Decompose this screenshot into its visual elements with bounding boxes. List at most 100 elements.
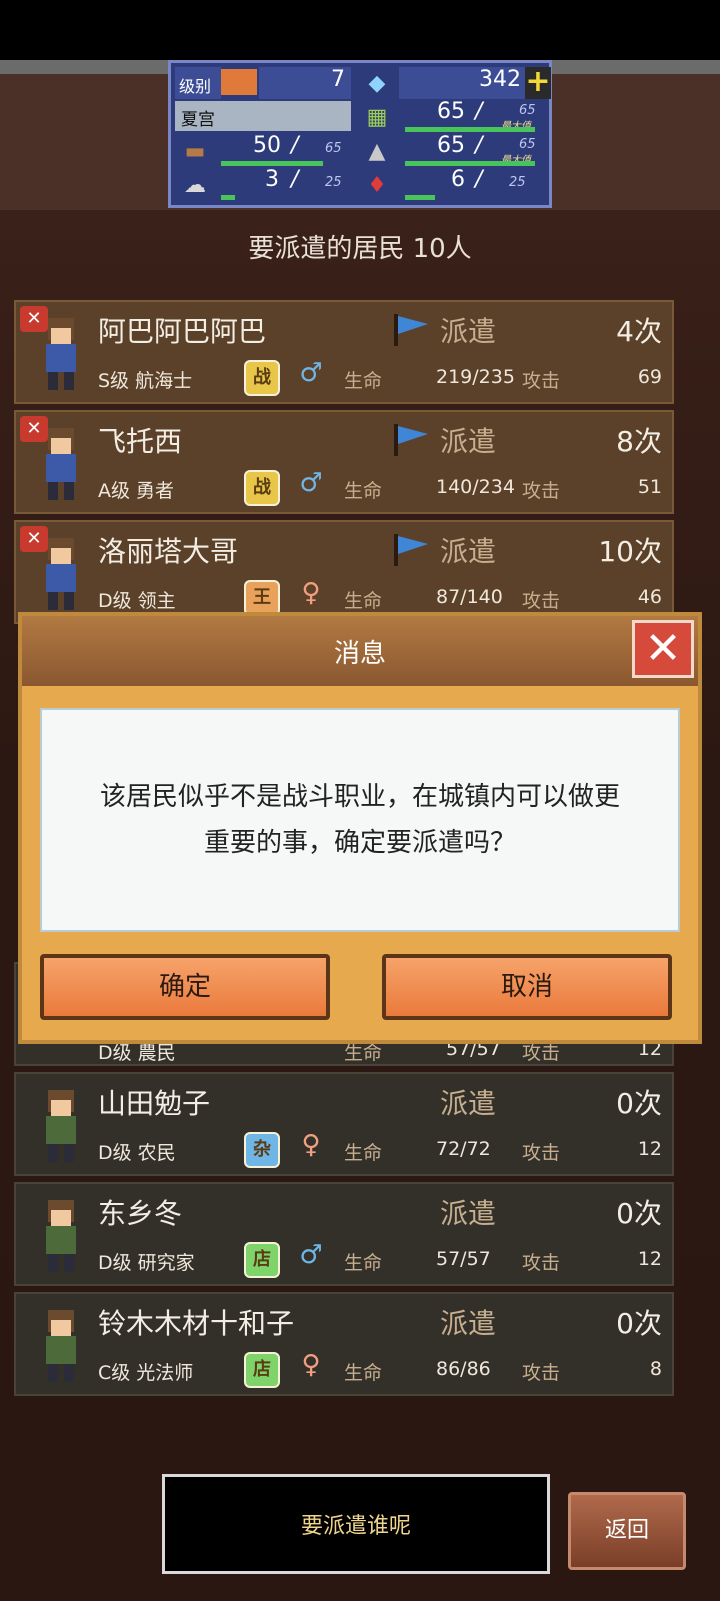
attack-value: 69	[637, 366, 662, 388]
add-gems-button[interactable]: +	[525, 67, 551, 99]
message-dialog: 消息 ✕ 该居民似乎不是战斗职业，在城镇内可以做更重要的事，确定要派遣吗？ 确定…	[18, 612, 702, 1044]
ruby-max: 25	[509, 175, 526, 190]
male-icon: ♂	[299, 1240, 323, 1270]
attack-label: 攻击	[522, 1142, 561, 1164]
resident-card[interactable]: ✕ 洛丽塔大哥 派遣 10次 D级 领主 王 ♀ 生命 87/140 攻击 46	[14, 520, 674, 624]
confirm-button[interactable]: 确定	[40, 954, 330, 1020]
dialog-title: 消息	[333, 638, 386, 669]
dialog-message: 该居民似乎不是战斗职业，在城镇内可以做更重要的事，确定要派遣吗？	[100, 782, 621, 858]
job-badge: 王	[244, 580, 280, 616]
material-separator: /	[475, 133, 483, 158]
job-badge: 战	[244, 360, 280, 396]
attack-label: 攻击	[522, 1252, 561, 1274]
resident-name: 飞托西	[98, 425, 183, 458]
life-value: 57/57	[436, 1248, 491, 1270]
dispatch-label: 派遣	[440, 535, 497, 568]
dispatch-count: 0次	[616, 1087, 662, 1120]
resident-rank: D级 领主	[98, 590, 176, 612]
ore-separator: /	[291, 167, 299, 192]
gem-count: 342	[399, 67, 525, 99]
wood-max: 65	[325, 141, 342, 156]
ruby-icon: ♦	[367, 172, 387, 198]
wood-separator: /	[291, 133, 299, 158]
resident-avatar	[46, 1310, 76, 1382]
resource-panel: 级别 7 ◆ 342 + 夏宫 ▦ 65 / 65 最大值 ▬ 50 / 65 …	[168, 60, 552, 208]
back-button[interactable]: 返回	[568, 1492, 686, 1570]
resident-rank: S级 航海士	[98, 370, 193, 392]
dispatch-count: 0次	[616, 1197, 662, 1230]
attack-value: 12	[637, 1138, 662, 1160]
life-value: 72/72	[436, 1138, 491, 1160]
life-value: 219/235	[436, 366, 515, 388]
dispatch-count: 4次	[616, 315, 662, 348]
dispatch-label: 派遣	[440, 425, 497, 458]
status-bar	[0, 0, 720, 60]
resident-name: 山田勉子	[98, 1087, 211, 1120]
flag-icon	[394, 424, 428, 456]
resident-avatar	[46, 1200, 76, 1272]
wood-bar	[221, 161, 323, 166]
resident-name: 东乡冬	[98, 1197, 183, 1230]
ore-current: 3	[265, 167, 279, 192]
life-label: 生命	[344, 590, 383, 612]
dispatch-label: 派遣	[440, 1307, 497, 1340]
remove-icon[interactable]: ✕	[20, 416, 48, 442]
dispatch-count-title: 要派遣的居民 10人	[248, 234, 472, 264]
resident-name: 阿巴阿巴阿巴	[98, 315, 267, 348]
attack-label: 攻击	[522, 370, 561, 392]
female-icon: ♀	[301, 578, 321, 608]
job-badge: 店	[244, 1352, 280, 1388]
remove-icon[interactable]: ✕	[20, 526, 48, 552]
attack-value: 46	[637, 586, 662, 608]
food-icon: ▦	[366, 104, 388, 130]
wood-current: 50	[253, 133, 281, 158]
attack-value: 8	[649, 1358, 662, 1380]
wood-icon: ▬	[184, 138, 206, 164]
life-label: 生命	[344, 370, 383, 392]
male-icon: ♂	[299, 358, 323, 388]
attack-value: 12	[637, 1248, 662, 1270]
ore-bar	[221, 195, 235, 200]
material-current: 65	[437, 133, 465, 158]
job-badge: 杂	[244, 1132, 280, 1168]
life-value: 86/86	[436, 1358, 491, 1380]
resident-rank: C级 光法师	[98, 1362, 194, 1384]
dispatch-label: 派遣	[440, 1197, 497, 1230]
dialog-message-box: 该居民似乎不是战斗职业，在城镇内可以做更重要的事，确定要派遣吗？	[40, 708, 680, 932]
close-button[interactable]: ✕	[632, 620, 694, 678]
ruby-separator: /	[475, 167, 483, 192]
life-label: 生命	[344, 480, 383, 502]
resident-card[interactable]: 山田勉子 派遣 0次 D级 农民 杂 ♀ 生命 72/72 攻击 12	[14, 1072, 674, 1176]
resident-card[interactable]: ✕ 飞托西 派遣 8次 A级 勇者 战 ♂ 生命 140/234 攻击 51	[14, 410, 674, 514]
job-badge: 店	[244, 1242, 280, 1278]
material-max: 65	[519, 137, 536, 152]
material-icon: ▲	[368, 138, 386, 164]
attack-value: 51	[637, 476, 662, 498]
job-badge: 战	[244, 470, 280, 506]
resident-card[interactable]: 东乡冬 派遣 0次 D级 研究家 店 ♂ 生命 57/57 攻击 12	[14, 1182, 674, 1286]
dialog-header: 消息 ✕	[22, 616, 698, 686]
flag-icon	[394, 534, 428, 566]
prompt-box: 要派遣谁呢	[162, 1474, 550, 1574]
prompt-text: 要派遣谁呢	[300, 1514, 411, 1539]
life-value: 87/140	[436, 586, 503, 608]
ruby-current: 6	[451, 167, 465, 192]
dispatch-label: 派遣	[440, 1087, 497, 1120]
remove-icon[interactable]: ✕	[20, 306, 48, 332]
material-bar	[405, 161, 535, 166]
ruby-bar	[405, 195, 435, 200]
food-max: 65	[519, 103, 536, 118]
resident-card[interactable]: ✕ 阿巴阿巴阿巴 派遣 4次 S级 航海士 战 ♂ 生命 219/235 攻击 …	[14, 300, 674, 404]
dispatch-count: 0次	[616, 1307, 662, 1340]
gem-icon: ◆	[368, 70, 386, 96]
resident-rank: D级 研究家	[98, 1252, 195, 1274]
flag-icon	[394, 314, 428, 346]
level-value: 7	[259, 67, 351, 99]
resident-card[interactable]: 铃木木材十和子 派遣 0次 C级 光法师 店 ♀ 生命 86/86 攻击 8	[14, 1292, 674, 1396]
cancel-button[interactable]: 取消	[382, 954, 672, 1020]
town-name: 夏宫	[175, 101, 351, 131]
resident-rank: A级 勇者	[98, 480, 175, 502]
attack-label: 攻击	[522, 590, 561, 612]
life-label: 生命	[344, 1252, 383, 1274]
life-label: 生命	[344, 1142, 383, 1164]
